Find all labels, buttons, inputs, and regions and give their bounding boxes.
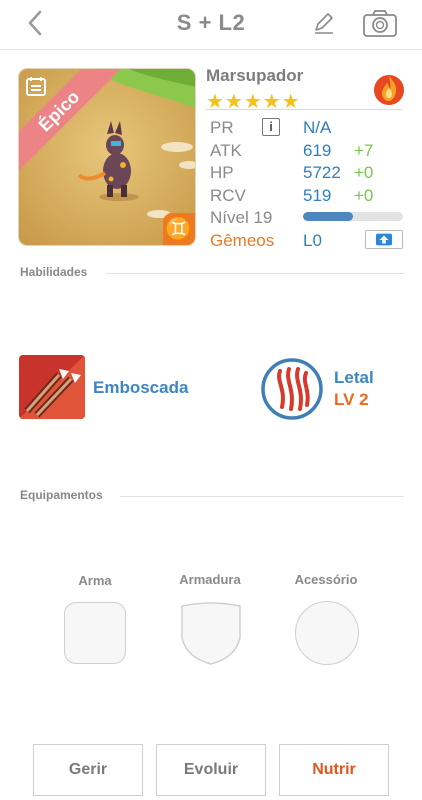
equipment-section-title: Equipamentos (20, 488, 103, 502)
skill-name[interactable]: Emboscada (93, 378, 188, 398)
divider (106, 273, 404, 274)
armor-slot[interactable] (180, 600, 242, 666)
stat-atk-value: 619 (303, 141, 332, 160)
stat-rcv-label: RCV (210, 186, 246, 205)
trait-level: LV 2 (334, 390, 369, 409)
twins-label: Gêmeos (210, 231, 275, 250)
weapon-slot[interactable] (64, 602, 126, 664)
stat-hp-label: HP (210, 163, 234, 182)
camera-icon[interactable] (362, 8, 398, 38)
stat-hp-value: 5722 (303, 163, 341, 182)
stat-rcv-value: 519 (303, 186, 332, 205)
trait-name[interactable]: Letal (334, 368, 374, 388)
page-title: S + L2 (176, 10, 246, 35)
stat-pr-value: N/A (303, 118, 332, 137)
manage-button[interactable]: Gerir (33, 744, 143, 796)
edit-pencil-icon[interactable] (311, 10, 337, 36)
divider (206, 109, 402, 110)
abilities-section-title: Habilidades (20, 265, 88, 279)
pet-portrait[interactable]: Épico ♊ (18, 68, 196, 246)
level-label: Nível 19 (210, 208, 273, 227)
level-progress-bar (303, 212, 403, 221)
stat-pr-label: PR (210, 118, 234, 137)
divider (120, 496, 404, 497)
stat-atk-bonus: +7 (354, 141, 374, 160)
lethal-claw-icon[interactable] (260, 357, 324, 421)
gemini-zodiac-icon: ♊ (163, 213, 195, 245)
info-icon[interactable]: i (262, 118, 280, 136)
twins-value: L0 (303, 231, 322, 250)
top-bar: S + L2 (0, 0, 422, 50)
rarity-stars: ★★★★★ (206, 91, 301, 113)
evolve-button[interactable]: Evoluir (156, 744, 266, 796)
stat-rcv-bonus: +0 (354, 186, 374, 205)
calendar-icon (26, 77, 46, 96)
level-progress-fill (303, 212, 353, 221)
upgrade-arrow-icon[interactable] (365, 230, 403, 249)
accessory-slot[interactable] (295, 601, 359, 665)
stat-atk-label: ATK (210, 141, 242, 160)
accessory-slot-label: Acessório (294, 572, 358, 587)
feed-button[interactable]: Nutrir (279, 744, 389, 796)
stat-hp-bonus: +0 (354, 163, 374, 182)
armor-slot-label: Armadura (179, 572, 241, 587)
ambush-skill-icon[interactable] (19, 355, 85, 419)
pet-name: Marsupador (206, 66, 304, 85)
fire-element-icon (374, 75, 404, 105)
weapon-slot-label: Arma (78, 573, 112, 588)
